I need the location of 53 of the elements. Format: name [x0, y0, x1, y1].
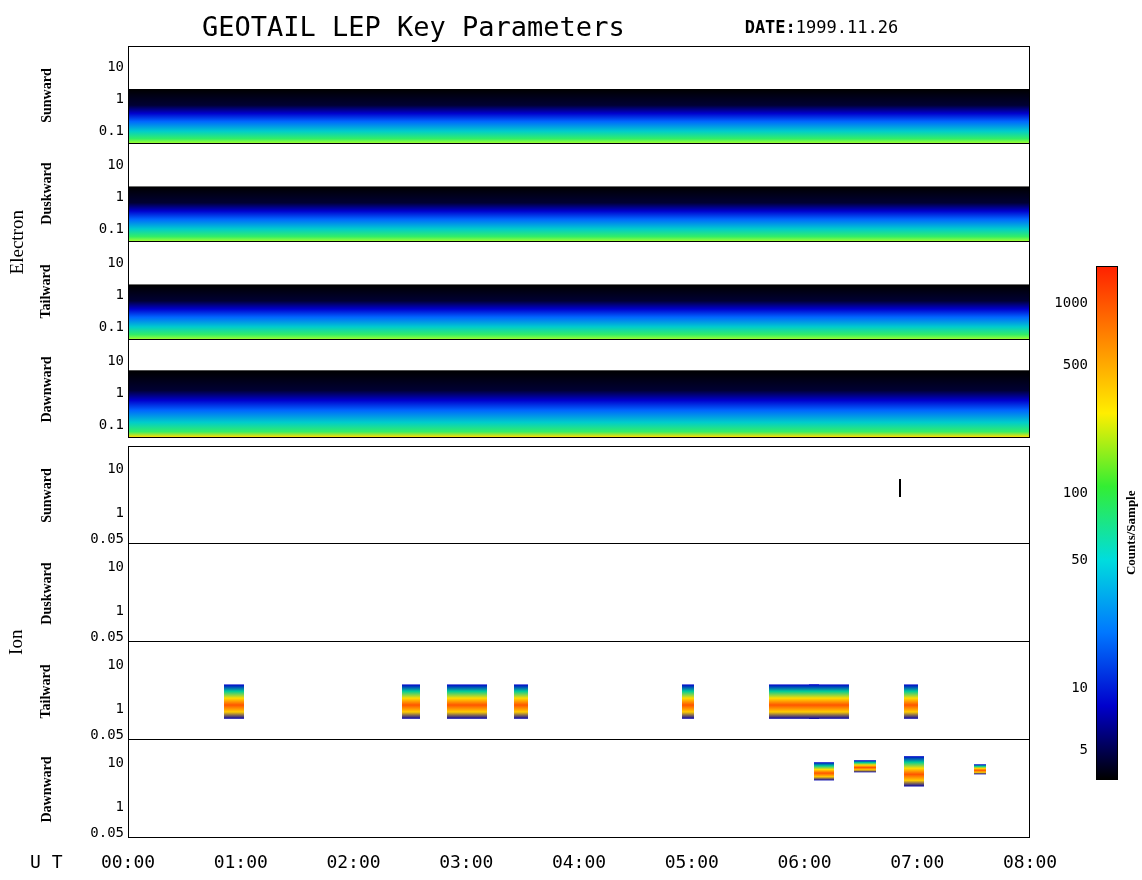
x-tick-label: 06:00: [777, 850, 832, 874]
panel-label: Dawnward: [37, 755, 55, 823]
y-tick-label: 10: [107, 353, 124, 367]
y-tick-label: 0.05: [90, 825, 124, 839]
x-axis-label: U T: [30, 850, 63, 874]
colorbar-tick-label: 100: [1062, 485, 1088, 500]
y-tick-label: 0.1: [98, 319, 124, 333]
colorbar-tick-label: 5: [1079, 742, 1088, 757]
colorbar-tick-label: 500: [1062, 356, 1088, 371]
y-tick-label: 10: [107, 461, 124, 475]
y-tick-label: 0.1: [98, 123, 124, 137]
panel-label: Sunward: [37, 467, 55, 523]
y-tick-label: 10: [107, 59, 124, 73]
panel-label: Duskward: [37, 161, 55, 225]
panel-label: Dawnward: [37, 355, 55, 423]
y-tick-label: 1: [115, 505, 124, 519]
y-tick-label: 10: [107, 255, 124, 269]
y-tick-label: 0.05: [90, 629, 124, 643]
panel-label: Sunward: [37, 67, 55, 123]
colorbar-tick-label: 1000: [1054, 294, 1088, 309]
group-label: Ion: [4, 629, 28, 655]
y-tick-label: 0.1: [98, 221, 124, 235]
x-tick-label: 05:00: [664, 850, 719, 874]
x-tick-label: 08:00: [1002, 850, 1058, 874]
y-tick-label: 1: [115, 603, 124, 617]
y-tick-label: 10: [107, 657, 124, 671]
y-tick-label: 0.05: [90, 727, 124, 741]
y-tick-label: 1: [115, 189, 124, 203]
panel-label: Tailward: [37, 664, 55, 718]
colorbar-tick-label: 50: [1071, 551, 1088, 566]
y-tick-label: 1: [115, 385, 124, 399]
x-tick-label: 00:00: [100, 850, 156, 874]
y-tick-label: 1: [115, 287, 124, 301]
x-tick-label: 03:00: [439, 850, 494, 874]
x-tick-label: 07:00: [890, 850, 945, 874]
date-label: DATE:1999.11.26: [744, 15, 899, 39]
colorbar-tick-label: 10: [1071, 680, 1088, 695]
group-label: Electron: [4, 209, 28, 275]
y-tick-label: 10: [107, 157, 124, 171]
chart-title: GEOTAIL LEP Key Parameters: [202, 13, 625, 44]
y-tick-label: 0.1: [98, 417, 124, 431]
y-tick-label: 1: [115, 91, 124, 105]
x-tick-label: 01:00: [213, 850, 268, 874]
y-tick-label: 1: [115, 701, 124, 715]
colorbar-label: Counts/Sample: [1121, 490, 1139, 575]
x-tick-label: 02:00: [326, 850, 381, 874]
y-tick-label: 0.05: [90, 531, 124, 545]
y-tick-label: 10: [107, 559, 124, 573]
y-tick-label: 10: [107, 755, 124, 769]
panel-label: Tailward: [37, 264, 55, 318]
y-tick-label: 1: [115, 799, 124, 813]
panel-label: Duskward: [37, 561, 55, 625]
x-tick-label: 04:00: [551, 850, 607, 874]
